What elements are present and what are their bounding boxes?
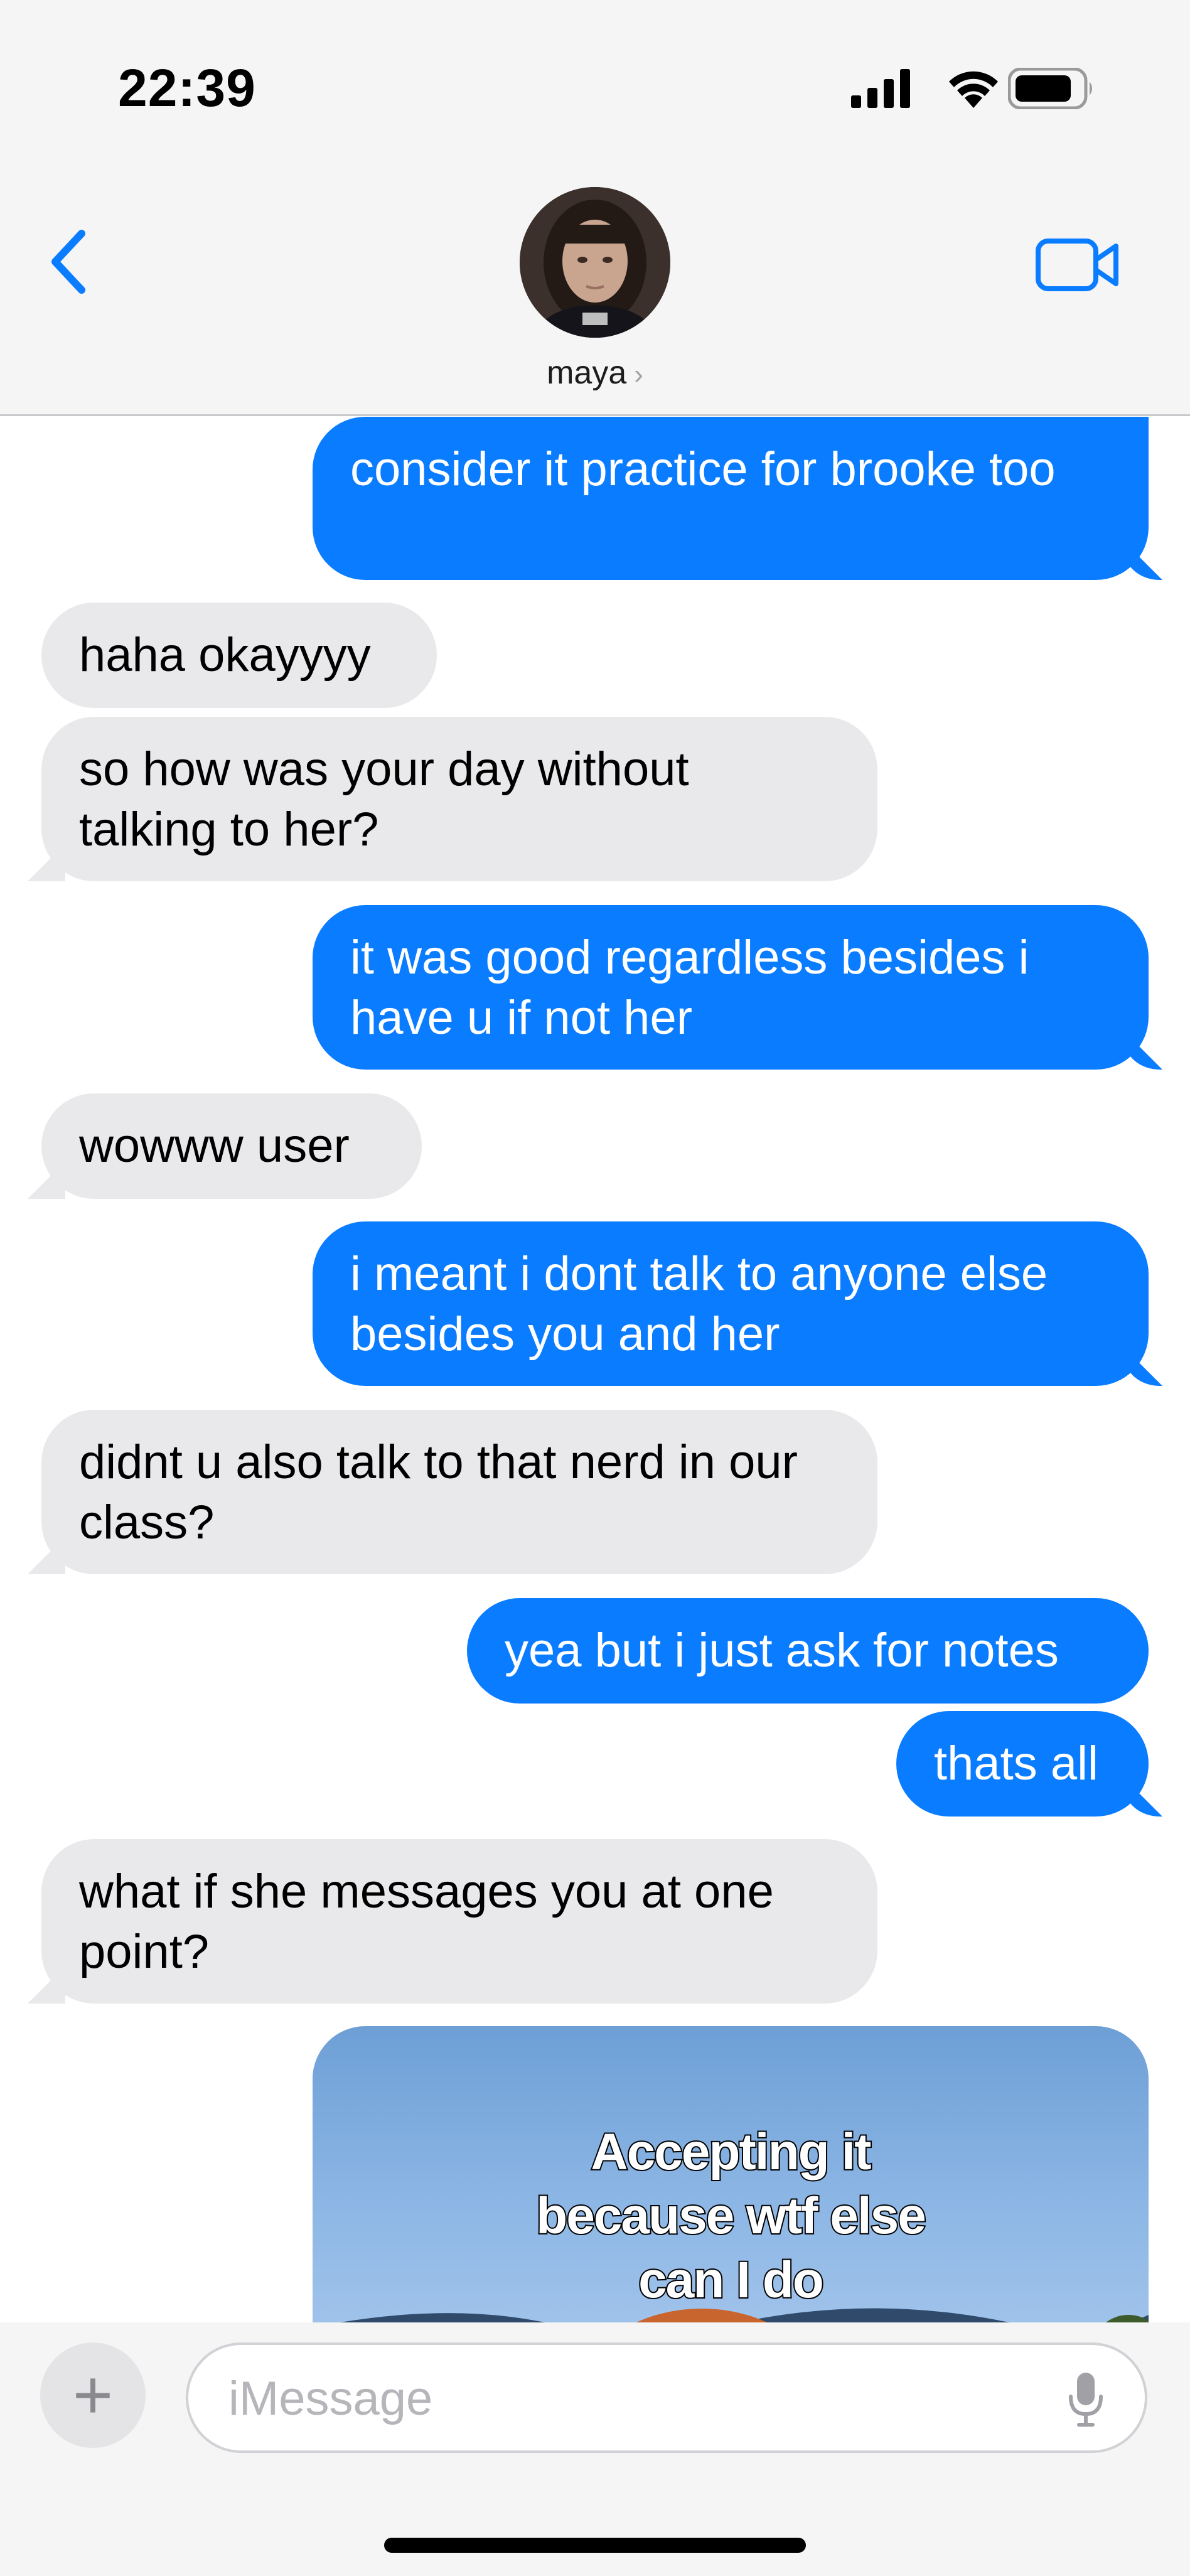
message-text: i meant i dont talk to anyone else besid… bbox=[350, 1247, 1048, 1361]
facetime-video-button[interactable] bbox=[1034, 233, 1122, 296]
message-text: what if she messages you at one point? bbox=[79, 1865, 774, 1978]
microphone-icon[interactable] bbox=[1067, 2370, 1105, 2429]
meme-caption: Accepting it because wtf else can I do bbox=[535, 2122, 928, 2310]
received-message[interactable]: haha okayyyy bbox=[41, 603, 437, 708]
received-message[interactable]: didnt u also talk to that nerd in our cl… bbox=[41, 1410, 877, 1574]
message-text: yea but i just ask for notes bbox=[505, 1624, 1059, 1677]
sent-message[interactable]: i meant i dont talk to anyone else besid… bbox=[313, 1221, 1149, 1386]
received-message[interactable]: what if she messages you at one point? bbox=[41, 1839, 877, 2004]
message-text: haha okayyyy bbox=[79, 628, 371, 682]
message-text: didnt u also talk to that nerd in our cl… bbox=[79, 1436, 798, 1549]
sent-message[interactable]: thats all bbox=[896, 1711, 1149, 1817]
contact-name-label: maya bbox=[547, 355, 627, 391]
chevron-right-icon: › bbox=[634, 359, 643, 390]
video-camera-icon bbox=[1036, 239, 1118, 291]
contact-name[interactable]: maya › bbox=[0, 354, 1190, 392]
avatar-photo bbox=[520, 187, 670, 338]
image-message[interactable]: Accepting it because wtf else can I do bbox=[313, 2026, 1149, 2322]
received-message[interactable]: wowww user bbox=[41, 1093, 422, 1199]
cellular-signal-icon bbox=[851, 69, 910, 108]
message-text: thats all bbox=[934, 1737, 1098, 1790]
compose-bar: + bbox=[0, 2322, 1190, 2576]
add-attachment-button[interactable]: + bbox=[40, 2343, 146, 2448]
received-message[interactable]: so how was your day without talking to h… bbox=[41, 717, 877, 881]
message-text: so how was your day without talking to h… bbox=[79, 743, 689, 856]
wifi-icon bbox=[949, 71, 998, 108]
conversation-header: 22:39 maya › bbox=[0, 0, 1190, 416]
home-indicator[interactable] bbox=[384, 2538, 806, 2553]
back-button[interactable] bbox=[45, 227, 108, 303]
sent-message[interactable]: yea but i just ask for notes bbox=[467, 1598, 1149, 1704]
sent-message[interactable]: it was good regardless besides i have u … bbox=[313, 905, 1149, 1070]
message-text: wowww user bbox=[79, 1119, 350, 1173]
battery-icon bbox=[1008, 68, 1092, 109]
sent-message[interactable]: consider it practice for brooke too bbox=[313, 417, 1149, 580]
message-text: consider it practice for brooke too bbox=[350, 443, 1056, 496]
plus-icon: + bbox=[72, 2356, 114, 2434]
message-input[interactable] bbox=[227, 2368, 1046, 2429]
message-text: it was good regardless besides i have u … bbox=[350, 931, 1029, 1044]
contact-avatar[interactable] bbox=[520, 187, 670, 338]
chevron-left-icon bbox=[51, 230, 85, 294]
status-time: 22:39 bbox=[118, 58, 256, 117]
message-field[interactable] bbox=[186, 2343, 1147, 2453]
